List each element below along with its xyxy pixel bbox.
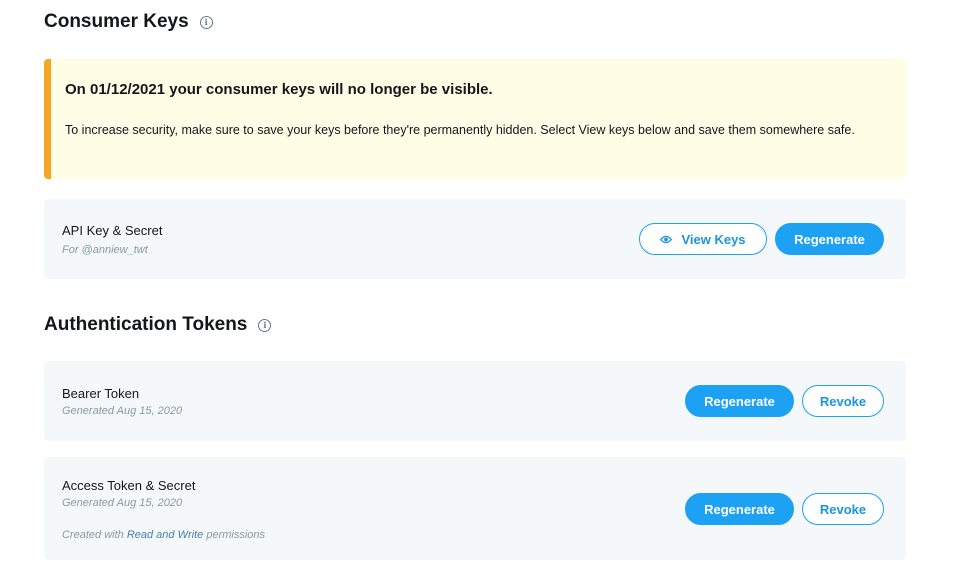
info-icon[interactable]: i [199, 15, 213, 29]
consumer-keys-heading: Consumer Keys i [44, 11, 213, 33]
alert-body: To increase security, make sure to save … [65, 123, 855, 137]
api-key-card: API Key & Secret For @anniew_twt View Ke… [44, 199, 906, 279]
revoke-access-token-button[interactable]: Revoke [802, 493, 884, 525]
regenerate-bearer-button[interactable]: Regenerate [685, 385, 794, 417]
revoke-bearer-button[interactable]: Revoke [802, 385, 884, 417]
view-keys-button[interactable]: View Keys [639, 223, 767, 255]
auth-tokens-heading: Authentication Tokens i [44, 314, 272, 336]
access-token-card: Access Token & Secret Generated Aug 15, … [44, 457, 906, 560]
permissions-note-suffix: permissions [206, 529, 266, 541]
permissions-note: Created with Read and Write permissions [62, 529, 265, 541]
auth-tokens-title: Authentication Tokens [44, 314, 248, 335]
regenerate-api-key-button[interactable]: Regenerate [775, 223, 884, 255]
alert-title: On 01/12/2021 your consumer keys will no… [65, 81, 493, 98]
access-token-generated: Generated Aug 15, 2020 [62, 497, 183, 509]
view-keys-label: View Keys [681, 231, 746, 247]
visibility-warning-alert: On 01/12/2021 your consumer keys will no… [44, 59, 906, 179]
access-token-title: Access Token & Secret [62, 478, 196, 493]
bearer-token-card: Bearer Token Generated Aug 15, 2020 Rege… [44, 361, 906, 441]
api-key-owner: For @anniew_twt [62, 244, 148, 256]
permissions-note-prefix: Created with [62, 529, 124, 541]
permissions-link[interactable]: Read and Write [127, 529, 203, 541]
info-icon[interactable]: i [258, 318, 272, 332]
bearer-token-generated: Generated Aug 15, 2020 [62, 405, 183, 417]
api-key-title: API Key & Secret [62, 223, 163, 238]
regenerate-access-token-button[interactable]: Regenerate [685, 493, 794, 525]
bearer-token-title: Bearer Token [62, 386, 140, 401]
eye-icon [660, 235, 673, 243]
consumer-keys-title: Consumer Keys [44, 11, 189, 32]
